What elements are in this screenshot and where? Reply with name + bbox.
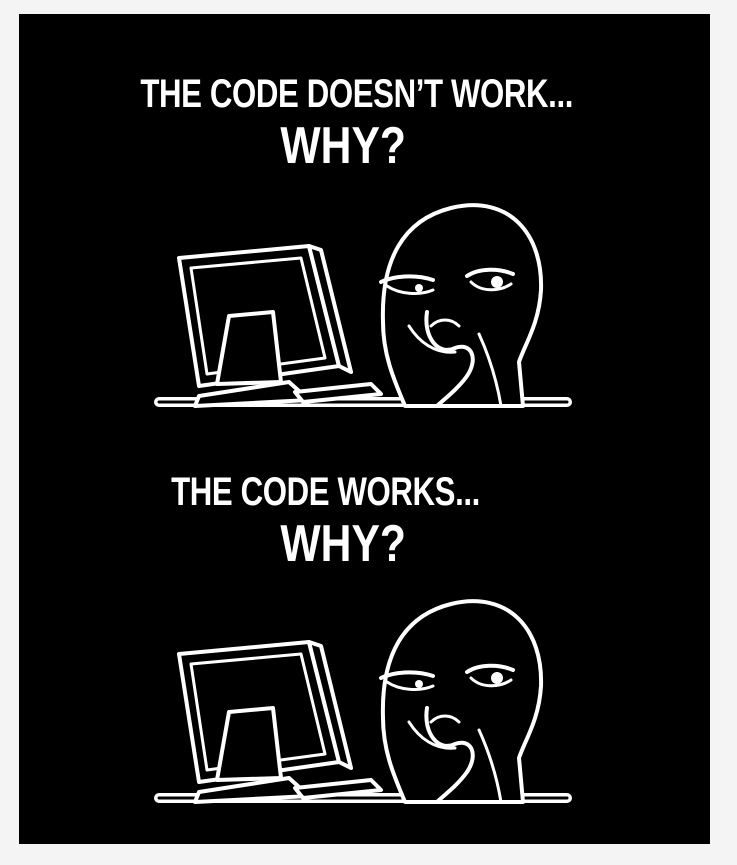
panel-2-caption-line-1: THE CODE WORKS... [171, 470, 480, 514]
panel-1-illustration [154, 203, 572, 408]
panel-1-caption-line-1: THE CODE DOESN’T WORK... [140, 72, 574, 116]
computer-monitor-icon [177, 640, 353, 804]
meme-poster: THE CODE DOESN’T WORK... WHY? THE CODE W… [19, 14, 710, 844]
panel-1-caption-line-2: WHY? [280, 117, 406, 175]
panel-2-caption: THE CODE WORKS... WHY? [19, 472, 710, 570]
panel-2-caption-line-2: WHY? [280, 515, 406, 573]
panel-1-caption: THE CODE DOESN’T WORK... WHY? [19, 74, 710, 172]
computer-monitor-icon [177, 244, 353, 408]
panel-2-illustration [154, 599, 572, 804]
puzzled-rage-face-icon [379, 203, 544, 408]
puzzled-rage-face-icon [379, 599, 544, 804]
